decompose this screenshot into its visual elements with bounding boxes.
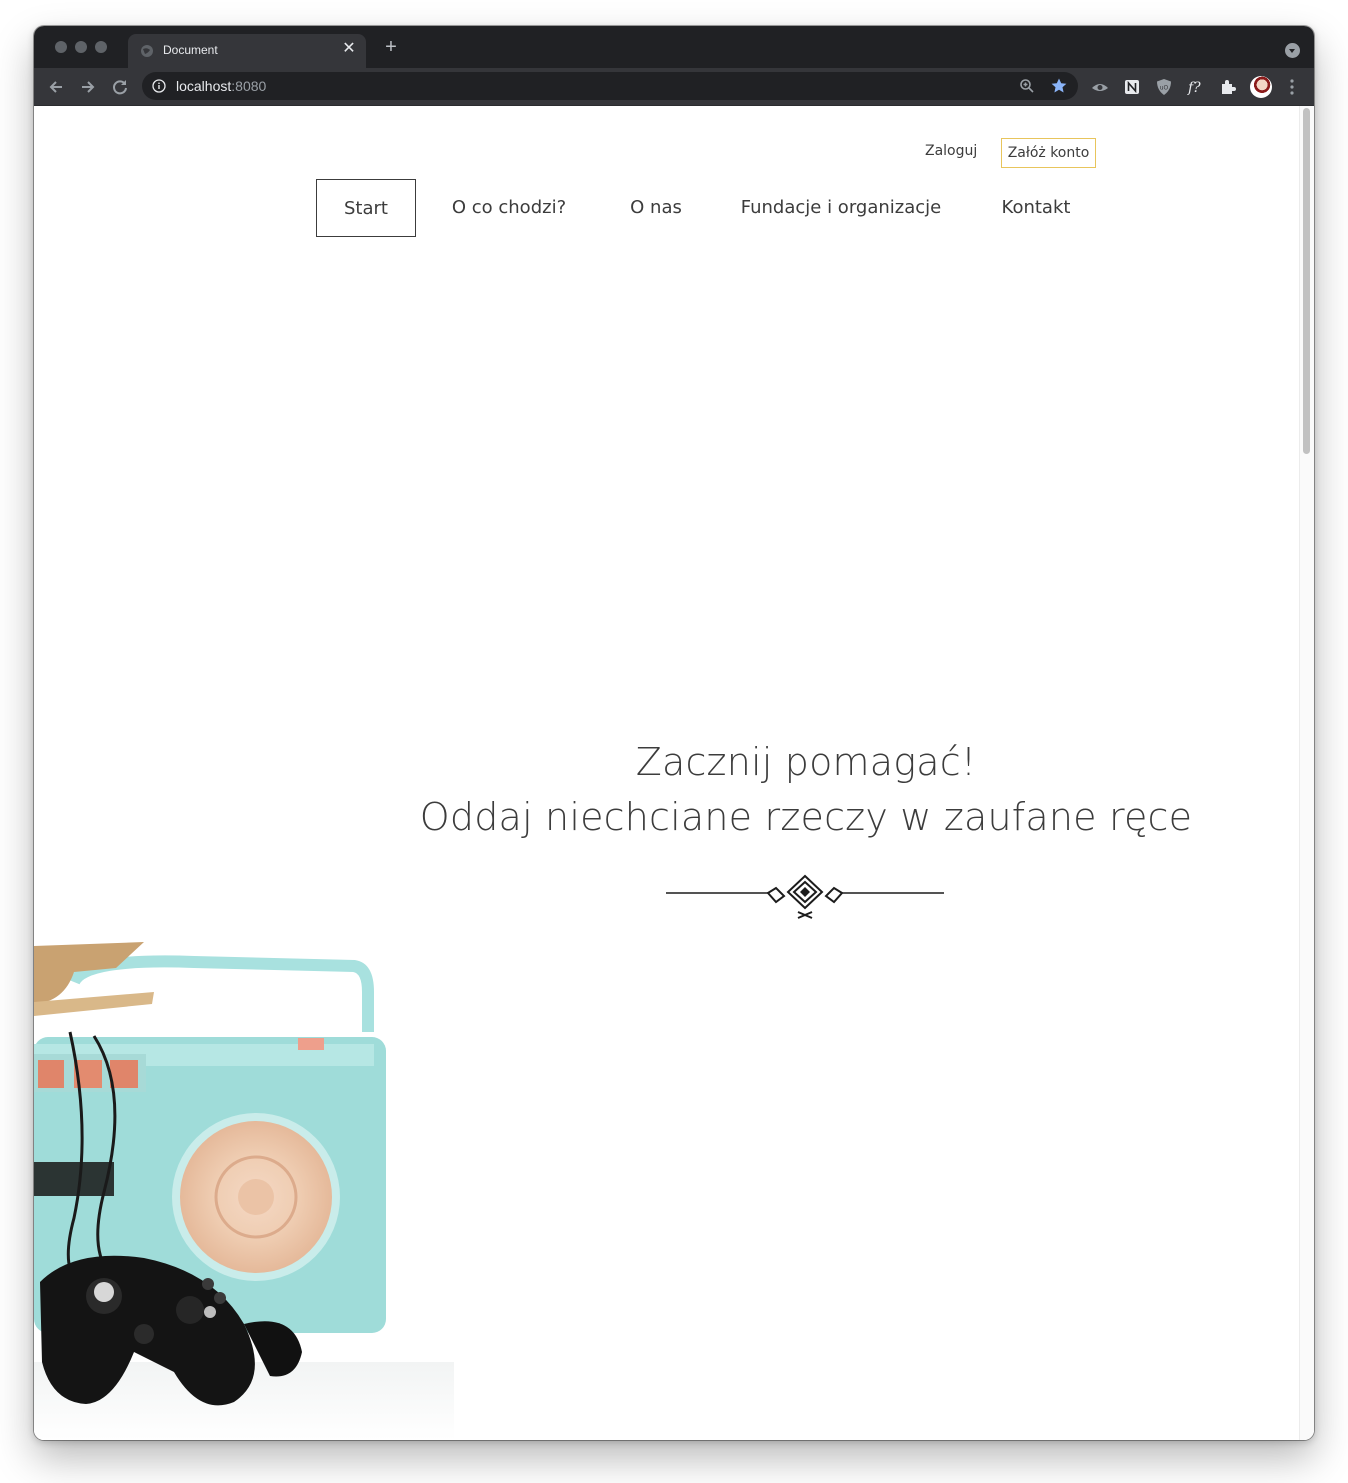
url-port: :8080 xyxy=(231,78,267,94)
whatfont-icon[interactable]: f? xyxy=(1186,77,1206,97)
new-tab-icon[interactable]: + xyxy=(380,36,402,58)
profile-avatar[interactable] xyxy=(1250,76,1272,98)
svg-text:f?: f? xyxy=(1187,80,1201,96)
page-viewport: Zaloguj Załóż konto Start O co chodzi? O… xyxy=(34,106,1314,1440)
window-minimize-dot[interactable] xyxy=(75,41,87,53)
scrollbar-thumb[interactable] xyxy=(1303,108,1310,454)
back-icon[interactable] xyxy=(45,76,67,98)
bookmark-star-icon[interactable] xyxy=(1050,77,1068,95)
window-close-dot[interactable] xyxy=(55,41,67,53)
forward-icon[interactable] xyxy=(77,76,99,98)
nav-item-o-co-chodzi[interactable]: O co chodzi? xyxy=(443,179,575,237)
login-link[interactable]: Zaloguj xyxy=(925,143,977,159)
browser-window: Document ✕ + localhost:8080 uO f? Zalogu… xyxy=(34,26,1314,1440)
ornamental-divider-icon xyxy=(666,874,944,919)
window-zoom-dot[interactable] xyxy=(95,41,107,53)
notion-icon[interactable] xyxy=(1122,77,1142,97)
tab-title: Document xyxy=(163,43,218,57)
radio-and-gamepad-photo xyxy=(34,942,454,1440)
browser-toolbar: localhost:8080 uO f? xyxy=(34,68,1314,106)
browser-tab[interactable]: Document ✕ xyxy=(128,34,366,68)
tab-strip: Document ✕ + xyxy=(34,26,1314,68)
reload-icon[interactable] xyxy=(109,76,131,98)
tab-search-icon[interactable] xyxy=(1285,43,1300,58)
browser-menu-icon[interactable] xyxy=(1284,76,1300,98)
extensions-puzzle-icon[interactable] xyxy=(1218,77,1238,97)
register-button[interactable]: Załóż konto xyxy=(1001,138,1096,168)
page-scrollbar[interactable] xyxy=(1299,106,1314,1440)
eye-extension-icon[interactable] xyxy=(1090,77,1110,97)
url-text: localhost:8080 xyxy=(176,78,266,94)
nav-item-kontakt[interactable]: Kontakt xyxy=(990,179,1082,237)
nav-item-fundacje[interactable]: Fundacje i organizacje xyxy=(738,179,944,237)
address-bar[interactable]: localhost:8080 xyxy=(142,72,1078,100)
close-tab-icon[interactable]: ✕ xyxy=(340,40,358,58)
zoom-icon[interactable] xyxy=(1018,77,1036,95)
site-info-icon[interactable] xyxy=(152,79,166,93)
hero-title-line-2: Oddaj niechciane rzeczy w zaufane ręce xyxy=(419,795,1193,839)
globe-icon xyxy=(141,45,153,57)
svg-text:uO: uO xyxy=(1160,85,1169,92)
nav-item-start[interactable]: Start xyxy=(316,179,416,237)
nav-item-o-nas[interactable]: O nas xyxy=(618,179,694,237)
ublock-shield-icon[interactable]: uO xyxy=(1154,77,1174,97)
hero-title-line-1: Zacznij pomagać! xyxy=(635,740,977,784)
url-host: localhost xyxy=(176,78,232,94)
